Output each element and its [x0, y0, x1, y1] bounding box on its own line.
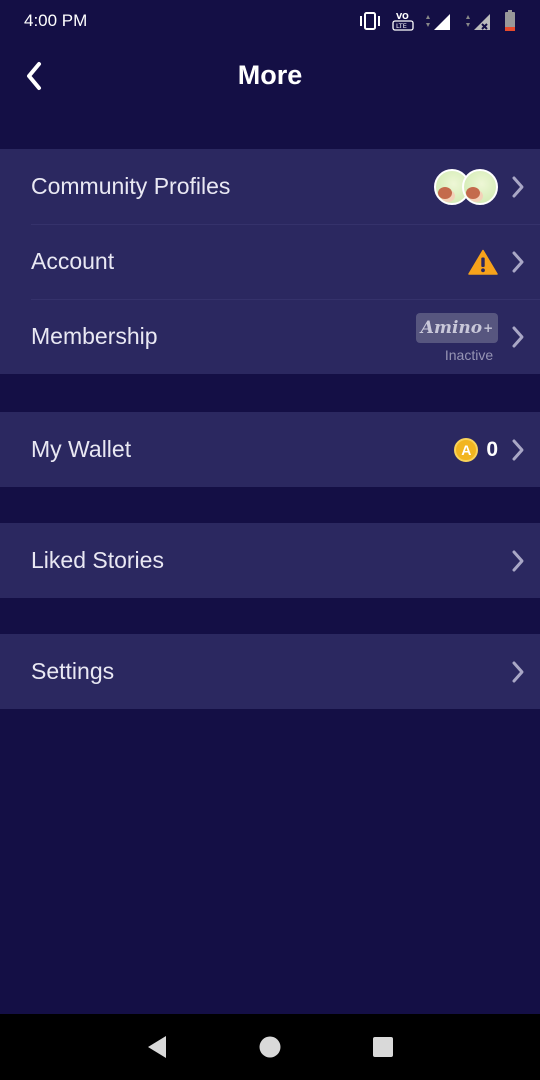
- chevron-right-icon: [512, 251, 524, 272]
- account-right: [468, 224, 526, 299]
- signal-no-service-icon: [464, 11, 494, 31]
- header: More: [0, 42, 540, 114]
- svg-text:VO: VO: [396, 12, 409, 21]
- amino-badge-plus: +: [483, 320, 494, 335]
- wallet-section: My Wallet A 0: [0, 412, 540, 487]
- amino-plus-badge: Amino +: [416, 312, 498, 343]
- nav-home-button[interactable]: [250, 1027, 290, 1067]
- liked-stories-row[interactable]: Liked Stories: [0, 523, 540, 598]
- chevron-right-icon: [512, 326, 524, 347]
- chevron-right-icon: [512, 661, 524, 682]
- volte-icon: VO LTE: [392, 10, 414, 32]
- status-time: 4:00 PM: [24, 11, 88, 30]
- wallet-balance: 0: [486, 437, 498, 461]
- settings-row[interactable]: Settings: [0, 634, 540, 709]
- chevron-right-icon: [512, 550, 524, 571]
- avatar: [462, 168, 498, 205]
- nav-recents-button[interactable]: [363, 1027, 403, 1067]
- settings-section: Settings: [0, 634, 540, 709]
- vibrate-icon: [358, 11, 382, 31]
- settings-label: Settings: [31, 658, 115, 684]
- profile-section: Community Profiles Account Membership Am…: [0, 149, 540, 374]
- my-wallet-label: My Wallet: [31, 436, 132, 462]
- page-title: More: [237, 60, 303, 90]
- nav-recents-icon: [373, 1037, 394, 1057]
- nav-home-icon: [259, 1036, 281, 1058]
- liked-stories-right: [510, 523, 526, 598]
- nav-back-icon: [147, 1036, 166, 1058]
- account-label: Account: [31, 248, 115, 274]
- nav-back-button[interactable]: [137, 1027, 177, 1067]
- amino-badge-text: Amino: [420, 317, 483, 338]
- membership-right: Amino + Inactive: [416, 299, 526, 374]
- membership-status-text: Inactive: [444, 346, 494, 363]
- community-profiles-label: Community Profiles: [31, 173, 231, 199]
- system-nav-bar: [0, 1014, 540, 1080]
- community-avatars: [434, 168, 498, 205]
- liked-stories-section: Liked Stories: [0, 523, 540, 598]
- community-profiles-right: [434, 149, 526, 224]
- signal-icon: [424, 11, 454, 31]
- liked-stories-label: Liked Stories: [31, 547, 164, 573]
- chevron-right-icon: [512, 176, 524, 197]
- membership-status: Amino + Inactive: [416, 312, 498, 363]
- my-wallet-right: A 0: [454, 412, 526, 487]
- account-row[interactable]: Account: [0, 224, 540, 299]
- my-wallet-row[interactable]: My Wallet A 0: [0, 412, 540, 487]
- svg-text:LTE: LTE: [396, 22, 407, 30]
- more-screen: 4:00 PM VO LTE More Community Profiles A…: [0, 0, 540, 1080]
- chevron-right-icon: [512, 439, 524, 460]
- settings-right: [510, 634, 526, 709]
- warning-icon: [468, 249, 498, 275]
- status-bar: 4:00 PM VO LTE: [0, 0, 540, 42]
- battery-low-icon: [504, 10, 516, 32]
- membership-label: Membership: [31, 323, 158, 349]
- status-icons: VO LTE: [358, 10, 516, 32]
- amino-coin-icon: A: [454, 437, 479, 462]
- community-profiles-row[interactable]: Community Profiles: [0, 149, 540, 224]
- membership-row[interactable]: Membership Amino + Inactive: [0, 299, 540, 374]
